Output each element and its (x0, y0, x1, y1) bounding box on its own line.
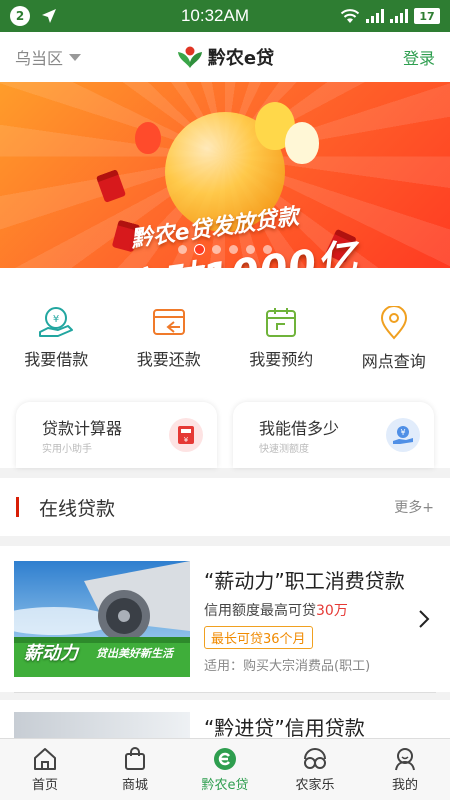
product-image: 薪动力 贷出美好新生活 (14, 561, 190, 677)
product-card-qianjindai[interactable]: “黔进贷”信用贷款 (0, 700, 450, 738)
loan-calculator-card[interactable]: 贷款计算器 实用小助手 ¥ (16, 402, 217, 468)
carousel-indicator (0, 245, 450, 254)
carousel-dot[interactable] (263, 245, 272, 254)
shopping-bag-icon (125, 746, 145, 770)
tool-subtitle: 快速测额度 (259, 444, 309, 455)
online-loans-header: 在线贷款 更多+ (0, 478, 450, 536)
tab-home[interactable]: 首页 (0, 739, 90, 800)
location-label: 乌当区 (15, 49, 64, 68)
location-selector[interactable]: 乌当区 (15, 45, 135, 69)
tab-label: 黔农e贷 (201, 777, 249, 793)
product-title: “薪动力”职工消费贷款 (204, 568, 405, 593)
loan-icon: ¥ (39, 307, 74, 337)
farmhouse-icon (304, 747, 326, 769)
quick-menu: ¥ 我要借款 我要还款 我要预约 网点查询 (0, 268, 450, 376)
borrow-limit-card[interactable]: 我能借多少 快速测额度 ¥ (233, 402, 434, 468)
navigation-arrow-icon (42, 9, 56, 23)
quick-item-appointment[interactable]: 我要预约 (225, 306, 338, 376)
svg-text:¥: ¥ (400, 428, 405, 437)
image-caption-sub: 贷出美好新生活 (96, 647, 173, 660)
status-time: 10:32AM (180, 6, 250, 25)
product-image (14, 712, 190, 738)
repay-icon (152, 309, 185, 335)
tab-label: 商城 (121, 777, 148, 793)
tab-mall[interactable]: 商城 (90, 739, 180, 800)
svg-text:¥: ¥ (53, 314, 59, 325)
chevron-right-icon (412, 609, 436, 629)
quick-item-label: 网点查询 (361, 352, 426, 371)
promo-banner[interactable]: 黔农e贷发放贷款 突破1000亿 (0, 82, 450, 268)
home-icon (34, 747, 56, 770)
quick-item-branch[interactable]: 网点查询 (338, 306, 450, 376)
balloon-decoration (135, 122, 161, 154)
quick-item-borrow[interactable]: ¥ 我要借款 (0, 306, 113, 376)
tab-mine[interactable]: 我的 (360, 739, 450, 800)
term-tag: 最长可贷36个月 (204, 625, 313, 649)
bottom-nav: 首页 商城 黔农e贷 农家乐 我的 (0, 738, 450, 800)
quick-item-repay[interactable]: 我要还款 (113, 306, 226, 376)
tool-title: 我能借多少 (259, 419, 340, 438)
section-title: 在线贷款 (39, 497, 116, 520)
credit-prefix: 信用额度最高可贷 (204, 602, 316, 619)
credit-limit-line: 信用额度最高可贷30万 (204, 600, 412, 620)
carousel-dot[interactable] (178, 245, 187, 254)
tab-label: 我的 (391, 777, 418, 793)
tool-subtitle: 实用小助手 (42, 444, 92, 455)
notification-badge: 2 (10, 6, 30, 26)
quick-item-label: 我要预约 (249, 350, 314, 369)
battery-indicator: 17 (414, 8, 440, 24)
tab-farmhouse[interactable]: 农家乐 (270, 739, 360, 800)
status-bar: 2 10:32AM 17 (0, 0, 450, 32)
tool-cards: 贷款计算器 实用小助手 ¥ 我能借多少 快速测额度 ¥ (0, 376, 450, 468)
brand-name: 黔农e贷 (207, 48, 275, 69)
tab-label: 首页 (31, 777, 58, 793)
brand-leaf-icon (177, 46, 202, 68)
user-icon (395, 747, 415, 770)
more-link[interactable]: 更多+ (394, 497, 434, 517)
brand-tab-icon (214, 747, 236, 770)
section-accent-bar (16, 497, 19, 517)
carousel-dot-active[interactable] (195, 245, 204, 254)
login-button[interactable]: 登录 (315, 45, 435, 69)
signal-icon (366, 9, 384, 23)
tool-title: 贷款计算器 (42, 419, 123, 438)
app-header: 乌当区 黔农e贷 登录 (0, 32, 450, 82)
product-title: “黔进贷”信用贷款 (204, 716, 365, 738)
calendar-icon (266, 308, 297, 337)
product-scope: 适用：购买大宗消费品(职工) (204, 658, 371, 674)
product-card-xindongli[interactable]: 薪动力 贷出美好新生活 “薪动力”职工消费贷款 信用额度最高可贷30万 最长可贷… (0, 546, 450, 692)
quick-item-label: 我要还款 (136, 350, 201, 369)
balloon-decoration (285, 122, 319, 164)
credit-amount: 30万 (316, 602, 348, 619)
product-divider (14, 692, 436, 693)
location-pin-icon (380, 306, 407, 340)
quick-item-label: 我要借款 (24, 350, 89, 369)
carousel-dot[interactable] (246, 245, 255, 254)
carousel-dot[interactable] (229, 245, 238, 254)
tab-label: 农家乐 (295, 777, 335, 793)
money-hand-icon: ¥ (386, 418, 420, 452)
signal-2-icon (390, 9, 408, 23)
carousel-dot[interactable] (212, 245, 221, 254)
brand-logo: 黔农e贷 (135, 44, 315, 70)
caret-down-icon (69, 53, 82, 61)
svg-text:¥: ¥ (184, 436, 189, 444)
tab-qiannong-edai[interactable]: 黔农e贷 (180, 739, 270, 800)
image-caption-main: 薪动力 (24, 643, 78, 664)
calculator-icon: ¥ (169, 418, 203, 452)
wifi-icon (340, 9, 360, 23)
